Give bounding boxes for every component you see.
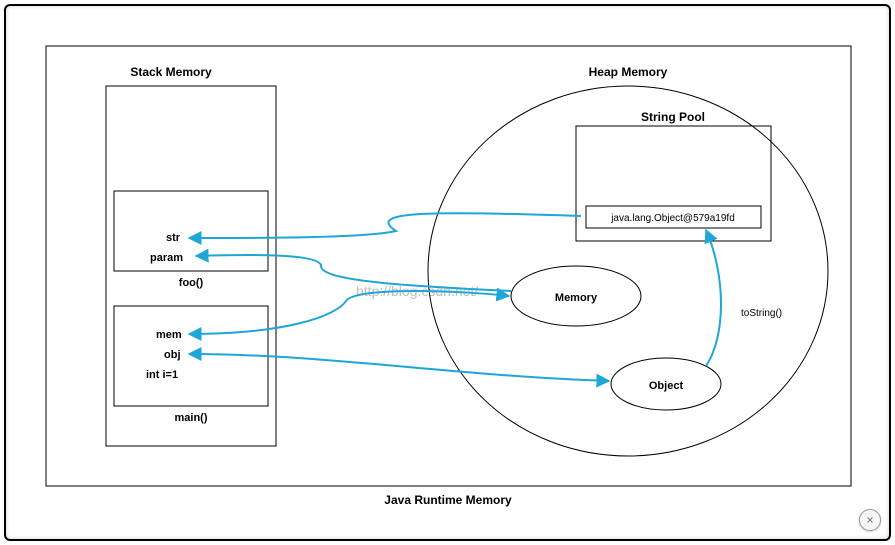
diagram-svg: Java Runtime Memory http://blog.csdn.net… bbox=[6, 6, 889, 539]
stack-box bbox=[106, 86, 276, 446]
var-int-i: int i=1 bbox=[146, 369, 178, 381]
stack-frame-foo bbox=[114, 191, 268, 271]
string-pool-entry: java.lang.Object@579a19fd bbox=[610, 213, 735, 224]
close-icon: × bbox=[866, 513, 873, 527]
foo-label: foo() bbox=[179, 277, 204, 289]
close-button[interactable]: × bbox=[859, 509, 881, 531]
var-param: param bbox=[150, 252, 183, 264]
var-mem: mem bbox=[156, 329, 182, 341]
main-label: main() bbox=[175, 412, 208, 424]
memory-label: Memory bbox=[555, 292, 598, 304]
arrow-stringpool-to-str bbox=[189, 213, 581, 238]
var-obj: obj bbox=[164, 349, 181, 361]
runtime-memory-title: Java Runtime Memory bbox=[384, 493, 512, 507]
lightbox-frame: Java Runtime Memory http://blog.csdn.net… bbox=[4, 4, 891, 541]
heap-title: Heap Memory bbox=[589, 65, 668, 79]
arrow-object-tostring bbox=[706, 230, 721, 366]
stack-title: Stack Memory bbox=[130, 65, 212, 79]
heap-ellipse bbox=[428, 86, 828, 456]
string-pool-title: String Pool bbox=[641, 110, 705, 124]
var-str: str bbox=[166, 232, 181, 244]
arrow-obj-to-object bbox=[189, 354, 609, 381]
object-label: Object bbox=[649, 380, 684, 392]
tostring-label: toString() bbox=[741, 308, 782, 319]
